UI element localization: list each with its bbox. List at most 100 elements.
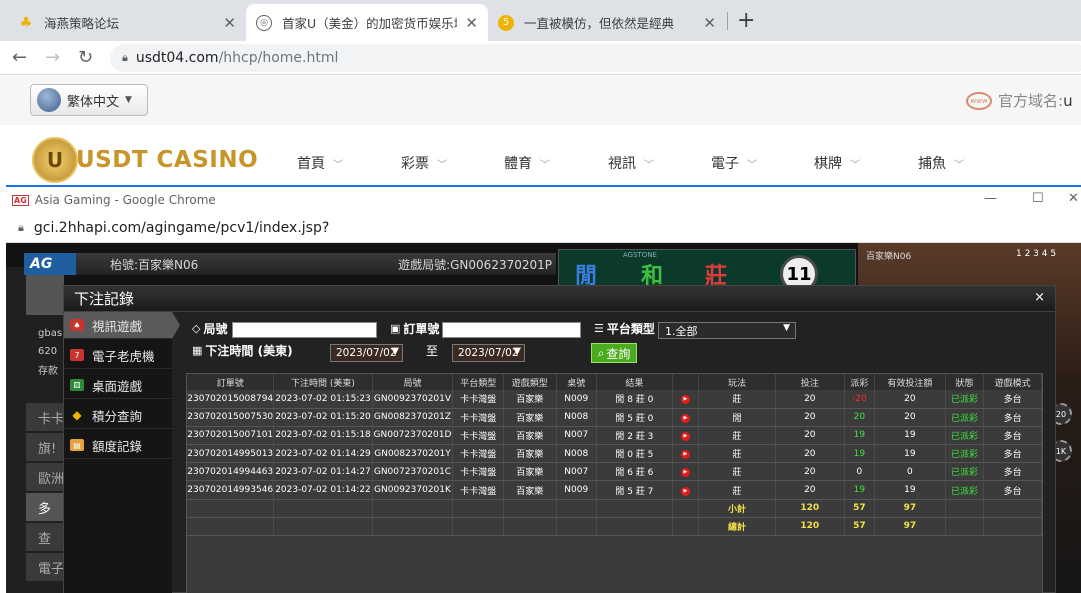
back-icon[interactable]: ← — [12, 47, 27, 68]
left-menu-item[interactable]: 多 — [26, 493, 64, 521]
table-cell: 已派彩 — [945, 408, 985, 427]
deposit-link[interactable]: 存款 — [26, 355, 64, 383]
sidebar-item-table-games[interactable]: ⚄ 桌面遊戲 — [64, 372, 172, 399]
order-input[interactable] — [442, 322, 581, 338]
maximize-icon[interactable]: ☐ — [1032, 191, 1044, 206]
table-cell: 多台 — [983, 444, 1042, 464]
nav-item-cards[interactable]: 棋牌 ﹀ — [814, 153, 860, 173]
left-menu-item[interactable]: 查 — [26, 523, 64, 551]
browser-tab-1[interactable]: ♣ 海燕策略论坛 ✕ — [8, 4, 246, 41]
ag-app-icon: AG — [12, 194, 29, 206]
nav-item-slots[interactable]: 電子 ﹀ — [711, 153, 757, 173]
sidebar-label: 視訊遊戲 — [92, 318, 143, 334]
close-icon[interactable]: ✕ — [703, 14, 716, 32]
replay-cell[interactable]: ▶ — [672, 462, 700, 482]
close-icon[interactable]: ✕ — [223, 14, 236, 32]
table-row[interactable]: 230702015007101 2023-07-02 01:15:18 GN0072… — [187, 426, 1042, 446]
close-icon[interactable]: ✕ — [465, 14, 478, 32]
table-cell: 20 — [775, 444, 845, 464]
play-icon[interactable]: ▶ — [680, 486, 690, 496]
table-row[interactable]: 230702015008794 2023-07-02 01:15:23 GN0092… — [187, 390, 1042, 409]
table-row[interactable]: 230702014993546 2023-07-02 01:14:22 GN0092… — [187, 480, 1042, 500]
play-icon[interactable]: ▶ — [680, 468, 690, 478]
table-row[interactable]: 230702014994463 2023-07-02 01:14:27 GN0072… — [187, 462, 1042, 482]
replay-cell[interactable]: ▶ — [672, 408, 700, 427]
table-cell: 卡卡灣盤 — [452, 408, 504, 427]
table-cell: 19 — [844, 480, 876, 500]
sidebar-item-live-games[interactable]: ♠ 視訊遊戲 — [64, 312, 180, 339]
left-menu-item[interactable]: 旗! — [26, 433, 64, 461]
table-cell: 120 — [775, 517, 845, 537]
left-menu-item[interactable]: 歐洲 — [26, 463, 64, 491]
label-text: 局號 — [203, 322, 228, 336]
table-cell: 多台 — [983, 462, 1042, 482]
table-row[interactable]: 230702015007530 2023-07-02 01:15:20 GN0082… — [187, 408, 1042, 427]
nav-item-lottery[interactable]: 彩票 ﹀ — [401, 153, 447, 173]
sidebar-item-credit[interactable]: ▤ 額度記錄 — [64, 432, 172, 459]
close-window-icon[interactable]: ✕ — [1068, 191, 1079, 206]
platform-filter-label: ☰ 平台類型 — [594, 320, 655, 337]
table-cell — [503, 499, 557, 518]
minimize-icon[interactable]: — — [984, 191, 997, 206]
nav-label: 首頁 — [297, 156, 325, 172]
language-select[interactable]: 繁体中文 ▼ — [30, 84, 148, 116]
nav-label: 視訊 — [608, 156, 636, 172]
table-cell: 57 — [844, 499, 876, 518]
nav-item-sports[interactable]: 體育 ﹀ — [504, 153, 550, 173]
close-icon[interactable]: × — [1034, 290, 1045, 305]
video-nums: 1 2 3 4 5 — [1016, 249, 1057, 259]
table-cell: 閒 — [698, 408, 776, 427]
table-row[interactable]: 230702014995013 2023-07-02 01:14:29 GN0082… — [187, 444, 1042, 464]
ag-logo: AG — [24, 253, 76, 275]
paw-icon: ♣ — [19, 14, 33, 31]
table-cell: 19 — [844, 444, 876, 464]
table-cell: 百家樂 — [503, 462, 557, 482]
table-cell — [187, 499, 275, 518]
browser-tab-2[interactable]: ◎ 首家U（美金）的加密货币娱乐城 ✕ — [246, 4, 488, 41]
play-icon[interactable]: ▶ — [680, 450, 690, 460]
to-label: 至 — [426, 344, 439, 358]
sidebar-item-points[interactable]: ◆ 積分查詢 — [64, 402, 172, 429]
nav-item-home[interactable]: 首頁 ﹀ — [297, 153, 343, 173]
table-cell: 總計 — [698, 517, 776, 537]
browser-tab-3[interactable]: 5 一直被模仿，但依然是經典 ✕ — [488, 4, 726, 41]
platform-select[interactable]: 1.全部 ▼ — [658, 322, 796, 339]
play-icon[interactable]: ▶ — [680, 395, 690, 405]
address-bar[interactable]: 🔒︎ usdt04.com/hhcp/home.html — [110, 44, 1081, 72]
nav-item-live[interactable]: 視訊 ﹀ — [608, 153, 654, 173]
round-input[interactable] — [232, 322, 377, 338]
replay-cell[interactable]: ▶ — [672, 426, 700, 446]
table-cell: 莊 — [698, 390, 776, 409]
query-button[interactable]: ⌕ 查詢 — [591, 343, 637, 363]
table-cell: 閒 5 莊 0 — [596, 408, 673, 427]
chevron-down-icon: ﹀ — [644, 160, 654, 171]
table-cell: 2023-07-02 01:15:23 — [273, 390, 373, 409]
table-cell: -20 — [844, 390, 876, 409]
window-address-bar[interactable]: 🔒︎ gci.2hhapi.com/agingame/pcv1/index.js… — [6, 213, 1081, 243]
table-cell — [503, 517, 557, 537]
sidebar-item-slots[interactable]: 7 電子老虎機 — [64, 342, 172, 369]
browser-toolbar: ← → ↻ 🔒︎ usdt04.com/hhcp/home.html — [0, 41, 1081, 75]
table-cell: 97 — [874, 499, 946, 518]
replay-cell[interactable]: ▶ — [672, 390, 700, 409]
game-left-panel: gbas 620 存款 卡卡 旗! 歐洲 多 查 電子 — [6, 267, 64, 593]
total-row: 總計 120 57 97 — [187, 517, 1042, 537]
play-icon[interactable]: ▶ — [680, 413, 690, 423]
table-cell: 百家樂 — [503, 426, 557, 446]
forward-icon[interactable]: → — [45, 47, 60, 68]
play-icon[interactable]: ▶ — [680, 431, 690, 441]
label-text: 下注時間 (美東) — [205, 344, 293, 358]
table-cell: 已派彩 — [945, 480, 985, 500]
reload-icon[interactable]: ↻ — [78, 47, 93, 68]
table-cell: 閒 5 莊 7 — [596, 480, 673, 500]
date-from-input[interactable]: 2023/07/02 ▼ — [330, 344, 403, 362]
site-logo[interactable]: U USDT CASINO — [32, 137, 258, 183]
new-tab-icon[interactable]: + — [737, 8, 755, 33]
left-menu-item[interactable]: 卡卡 — [26, 403, 64, 431]
left-menu-item[interactable]: 電子 — [26, 553, 64, 581]
replay-cell[interactable]: ▶ — [672, 480, 700, 500]
replay-cell[interactable]: ▶ — [672, 444, 700, 464]
table-cell — [187, 517, 275, 537]
date-to-input[interactable]: 2023/07/02 ▼ — [452, 344, 525, 362]
nav-item-fishing[interactable]: 捕魚 ﹀ — [918, 153, 964, 173]
